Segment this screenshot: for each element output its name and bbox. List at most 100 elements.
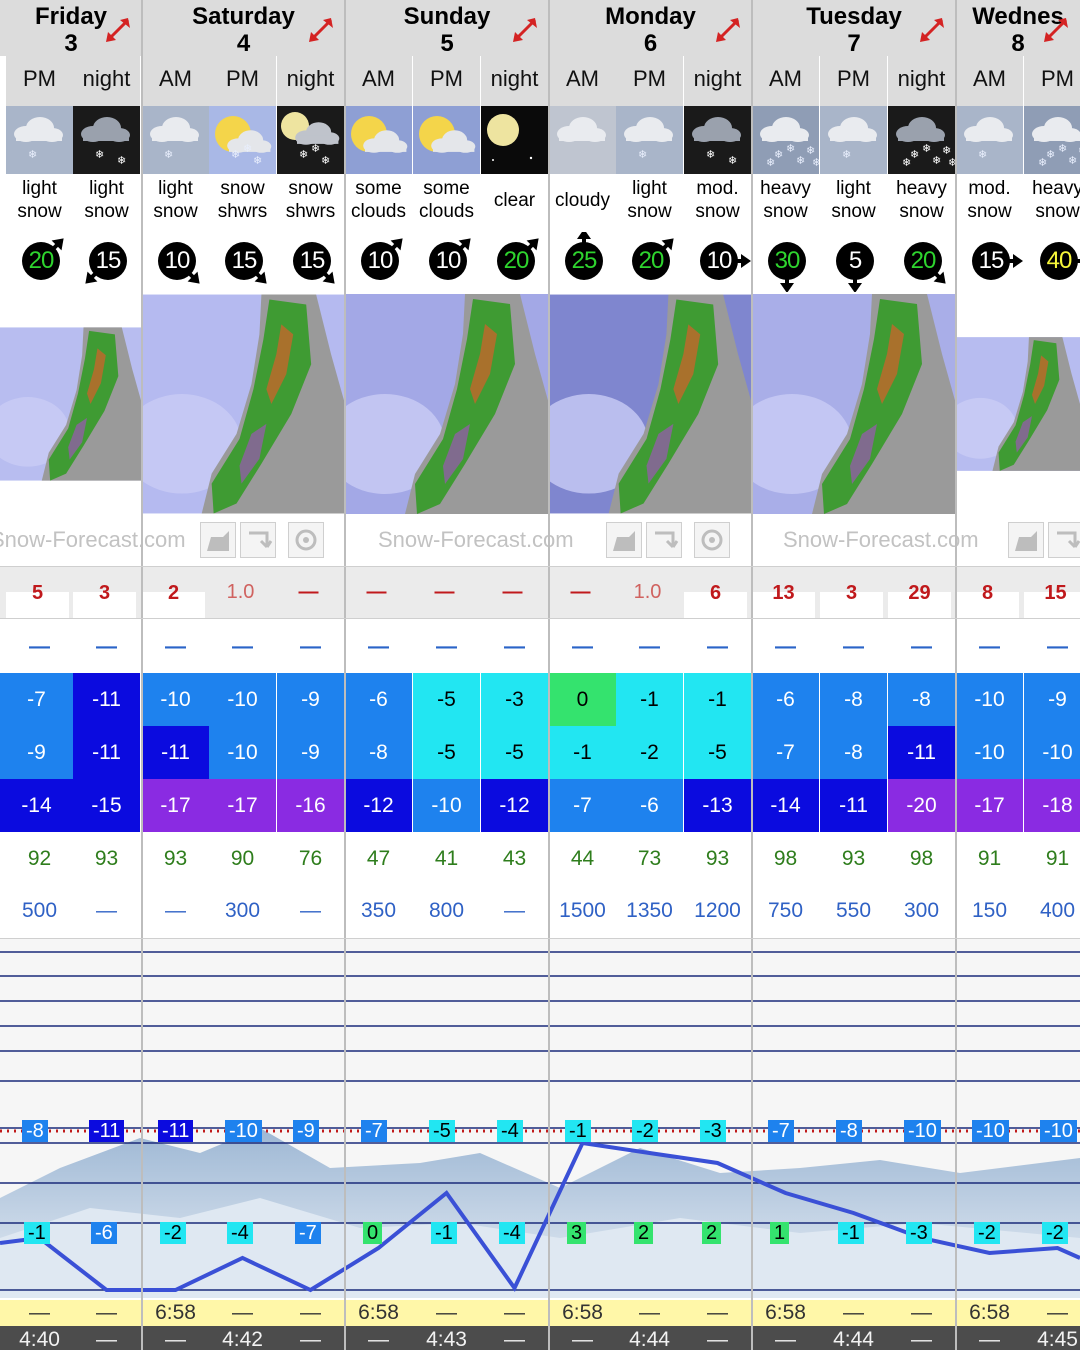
- map-prev-icon[interactable]: [606, 522, 642, 558]
- wind-speed: 20: [497, 242, 535, 280]
- freezing-temp-bottom: 3: [567, 1222, 587, 1244]
- temp-min: -9: [0, 726, 73, 779]
- expand-arrow-icon[interactable]: [102, 14, 134, 46]
- temp-max: -1: [684, 673, 751, 726]
- snow-amount: 13: [752, 583, 815, 618]
- map-settings-icon[interactable]: [694, 522, 730, 558]
- map-prev-icon[interactable]: [200, 522, 236, 558]
- svg-text:❄: ❄: [812, 156, 819, 169]
- cloud-heavy-snow-night-icon: ❄ ❄ ❄ ❄ ❄ ❄: [888, 106, 955, 174]
- sunrise-time: —: [436, 1301, 457, 1324]
- snow-amount: —: [366, 581, 387, 603]
- temp-min: -5: [413, 726, 480, 779]
- weather-summary: light snow: [627, 178, 672, 222]
- temp-max: -9: [277, 673, 344, 726]
- snow-map: [345, 294, 549, 514]
- wind-speed: 10: [429, 242, 467, 280]
- expand-arrow-icon[interactable]: [509, 14, 541, 46]
- map-prev-icon[interactable]: [1008, 522, 1044, 558]
- svg-text:❄: ❄: [321, 154, 330, 167]
- temp-max: -8: [820, 673, 887, 726]
- sun-cloud-icon: [413, 106, 480, 174]
- humidity: 98: [773, 847, 798, 870]
- rain-amount: —: [504, 635, 525, 658]
- graph-canvas: [0, 938, 1080, 1298]
- map-next-icon[interactable]: [240, 522, 276, 558]
- rain-amount: —: [639, 635, 660, 658]
- period-label: night: [73, 56, 140, 106]
- sunset-time: —: [368, 1328, 389, 1350]
- weather-summary: heavy snow: [1032, 178, 1080, 222]
- sunrise-time: 6:58: [765, 1301, 806, 1324]
- watermark-text: Snow-Forecast.com: [378, 527, 574, 552]
- period-label: AM: [752, 56, 819, 106]
- temp-chill: -14: [752, 779, 819, 832]
- svg-text:❄: ❄: [231, 148, 240, 161]
- day-separator: [751, 0, 753, 1350]
- wind-speed: 15: [293, 242, 331, 280]
- cloud-snow-icon: ❄: [956, 106, 1023, 174]
- temp-min: -5: [481, 726, 548, 779]
- snow-amount: —: [502, 581, 523, 603]
- sunset-time: 4:42: [222, 1328, 263, 1350]
- rain-amount: —: [707, 635, 728, 658]
- freezing-temp-bottom: -6: [91, 1222, 117, 1244]
- wind-speed: 20: [904, 242, 942, 280]
- cloud-snow-night-icon: ❄ ❄: [684, 106, 751, 174]
- wind-speed: 10: [158, 242, 196, 280]
- sunrise-time: 6:58: [969, 1301, 1010, 1324]
- map-next-icon[interactable]: [646, 522, 682, 558]
- expand-arrow-icon[interactable]: [712, 14, 744, 46]
- day-separator: [955, 0, 957, 1350]
- map-next-icon[interactable]: [1048, 522, 1080, 558]
- temp-chill: -7: [549, 779, 616, 832]
- wind-speed: 10: [361, 242, 399, 280]
- map-settings-icon[interactable]: [288, 522, 324, 558]
- freezing-level: 1350: [626, 899, 673, 922]
- weather-summary: some clouds: [351, 178, 406, 222]
- day-separator: [344, 0, 346, 1350]
- temp-chill: -6: [616, 779, 683, 832]
- wind-cell: 10: [684, 232, 752, 292]
- freezing-temp-top: -11: [89, 1120, 125, 1142]
- cloud-snow-night-icon: ❄ ❄: [73, 106, 140, 174]
- cloud-heavy-snow-icon: ❄❄❄❄❄❄: [1024, 106, 1080, 174]
- wind-speed: 25: [565, 242, 603, 280]
- moon-cloud-snow-icon: ❄ ❄ ❄: [277, 106, 344, 174]
- expand-arrow-icon[interactable]: [916, 14, 948, 46]
- temp-chill: -20: [888, 779, 955, 832]
- rain-amount: —: [368, 635, 389, 658]
- freezing-level: 550: [835, 899, 872, 922]
- wind-cell: 10: [413, 232, 481, 292]
- rain-amount: —: [96, 635, 117, 658]
- temp-max: -6: [345, 673, 412, 726]
- temp-min: -5: [684, 726, 751, 779]
- freezing-temp-top: -3: [700, 1120, 726, 1142]
- svg-text:❄: ❄: [311, 142, 320, 155]
- svg-text:❄: ❄: [299, 148, 308, 161]
- weather-summary: heavy snow: [760, 178, 811, 222]
- row-divider: [0, 618, 1080, 619]
- snow-amount: 5: [6, 583, 69, 618]
- svg-text:❄: ❄: [1058, 142, 1067, 155]
- wind-cell: 40: [1024, 232, 1080, 292]
- period-label: PM: [820, 56, 887, 106]
- svg-text:❄: ❄: [978, 148, 987, 161]
- wind-cell: 15: [956, 232, 1024, 292]
- freezing-temp-bottom: -2: [1042, 1222, 1068, 1244]
- watermark-text: Snow-Forecast.com: [783, 527, 979, 552]
- temp-min: -8: [820, 726, 887, 779]
- svg-text:❄: ❄: [842, 148, 851, 161]
- temp-chill: -11: [820, 779, 887, 832]
- sun-cloud-snow-icon: ❄ ❄ ❄: [209, 106, 276, 174]
- freezing-temp-top: -7: [768, 1120, 794, 1142]
- expand-arrow-icon[interactable]: [305, 14, 337, 46]
- snow-amount: 3: [820, 583, 883, 618]
- humidity: 44: [570, 847, 595, 870]
- svg-text:❄: ❄: [766, 156, 775, 169]
- svg-text:❄: ❄: [922, 142, 931, 155]
- expand-arrow-icon[interactable]: [1040, 14, 1072, 46]
- sunrise-time: —: [639, 1301, 660, 1324]
- wind-cell: 30: [752, 232, 820, 292]
- rain-amount: —: [1047, 635, 1068, 658]
